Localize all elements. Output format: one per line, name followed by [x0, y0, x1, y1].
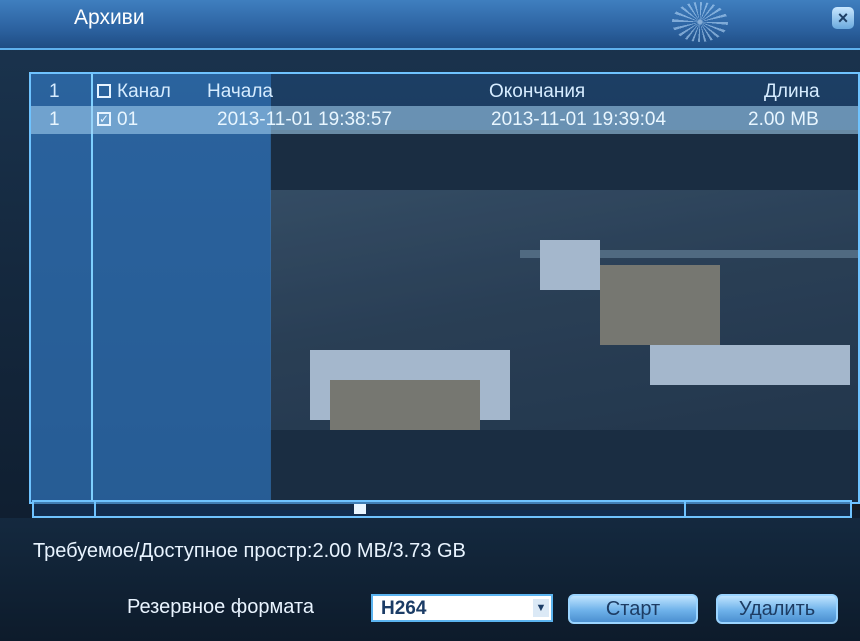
start-button[interactable]: Старт: [568, 594, 698, 624]
row-checkbox[interactable]: ✓: [97, 112, 111, 126]
close-icon: ×: [837, 8, 849, 28]
storage-space-label: Требуемое/Доступное простр:2.00 MB/3.73 …: [33, 540, 466, 562]
row-channel: 01: [117, 109, 139, 130]
column-divider: [91, 74, 93, 502]
row-start: 2013-11-01 19:38:57: [217, 109, 393, 130]
table-row[interactable]: 1 ✓ 01 2013-11-01 19:38:57 2013-11-01 19…: [31, 106, 858, 134]
title-bar: Архиви ×: [0, 0, 860, 50]
select-all-checkbox[interactable]: [97, 84, 111, 98]
row-length: 2.00 MB: [748, 109, 819, 130]
header-end: Окончания: [489, 81, 586, 102]
backup-format-label: Резервное формата: [127, 596, 315, 618]
list-header: 1 Канал Начала Окончания Длина: [31, 78, 858, 106]
header-start: Начала: [207, 81, 273, 102]
close-button[interactable]: ×: [832, 7, 854, 29]
horizontal-scrollbar[interactable]: [32, 500, 852, 518]
recording-list[interactable]: 1 Канал Начала Окончания Длина 1 ✓ 01 20…: [29, 72, 860, 504]
backup-format-select[interactable]: H264 ▼: [371, 594, 553, 622]
row-end: 2013-11-01 19:39:04: [491, 109, 667, 130]
scrollbar-divider: [684, 502, 686, 516]
list-left-column: [31, 74, 271, 502]
header-index: 1: [49, 81, 60, 102]
archive-screen: Архиви × 1 Канал Начала Окончания Длина …: [0, 0, 860, 641]
bottom-panel: Требуемое/Доступное простр:2.00 MB/3.73 …: [0, 518, 860, 641]
loading-spinner-icon: [672, 2, 728, 42]
header-channel: Канал: [117, 81, 171, 102]
scrollbar-divider: [94, 502, 96, 516]
backup-format-value: H264: [381, 598, 427, 619]
row-index: 1: [49, 109, 60, 130]
delete-button[interactable]: Удалить: [716, 594, 838, 624]
window-title: Архиви: [74, 6, 145, 29]
chevron-down-icon[interactable]: ▼: [533, 599, 549, 617]
scrollbar-thumb[interactable]: [354, 504, 362, 514]
header-length: Длина: [764, 81, 820, 102]
